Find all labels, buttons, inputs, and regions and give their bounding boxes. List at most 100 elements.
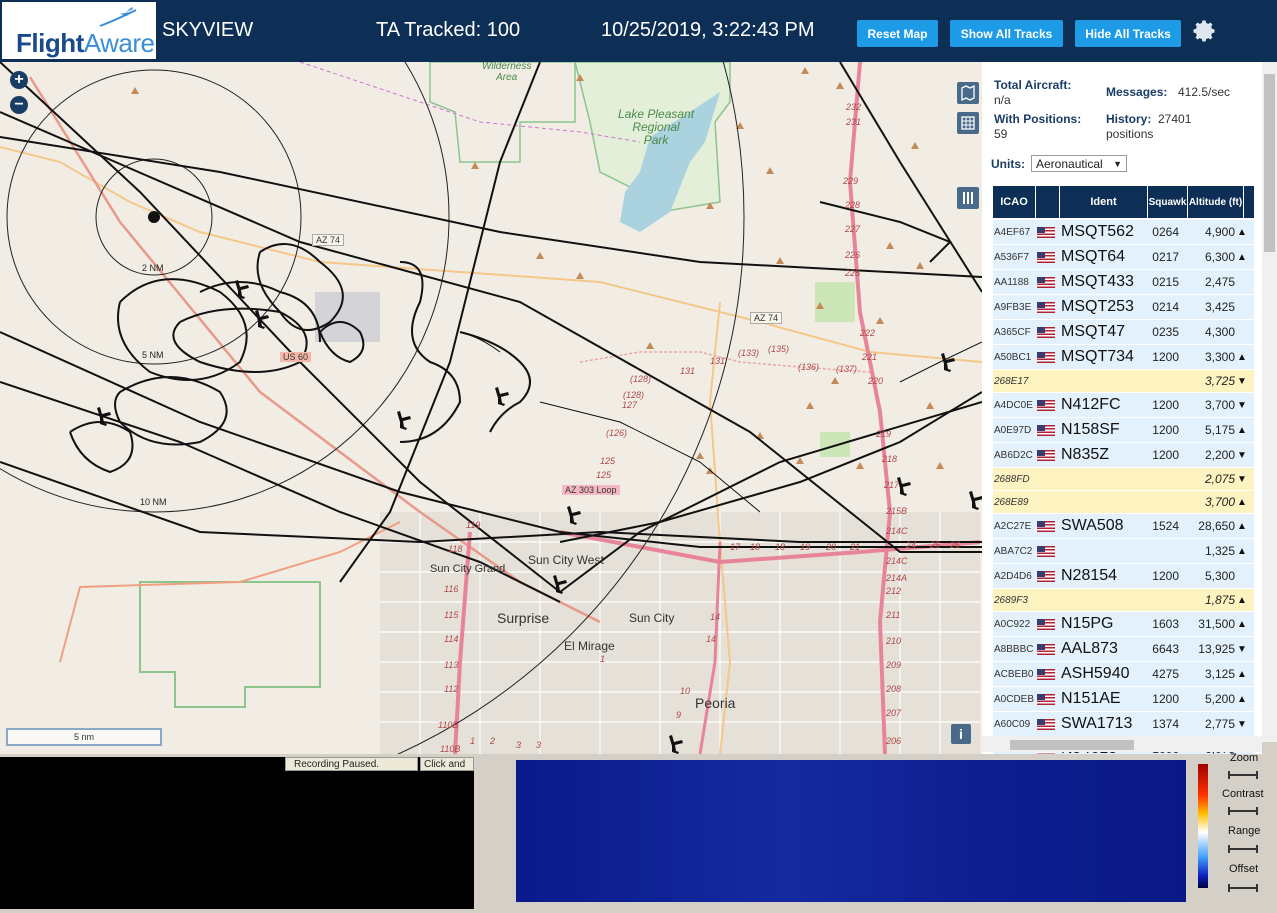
zoom-control-label: Zoom [1230, 752, 1259, 764]
us-flag-icon [1037, 545, 1055, 557]
green-patch-2 [820, 432, 850, 457]
flag-cell [1037, 643, 1061, 655]
hide-all-tracks-button[interactable]: Hide All Tracks [1075, 20, 1181, 47]
aircraft-row[interactable]: A2C27E SWA508 1524 28,650 ▲ [993, 514, 1254, 539]
svg-text:214C: 214C [885, 526, 908, 536]
datetime: 10/25/2019, 3:22:43 PM [601, 19, 815, 41]
grid-toggle-button[interactable] [957, 112, 979, 134]
offset-slider-icon[interactable] [1228, 884, 1258, 892]
label-ring-2nm: 2 NM [142, 263, 164, 273]
aircraft-row[interactable]: 2688FD 2,075 ▼ [993, 468, 1254, 491]
aircraft-row[interactable]: 268E89 3,700 ▲ [993, 491, 1254, 514]
flightaware-logo[interactable]: FlightAware [2, 2, 156, 59]
us-flag-icon [1037, 226, 1055, 238]
vertical-trend-icon: ▲ [1237, 594, 1247, 606]
altitude-cell: 4,300 [1204, 325, 1235, 339]
svg-text:229: 229 [842, 176, 858, 186]
zoom-out-button[interactable]: − [10, 96, 28, 114]
aircraft-row[interactable]: 2689F3 1,875 ▲ [993, 589, 1254, 612]
columns-toggle-button[interactable] [957, 187, 979, 209]
flag-cell [1037, 251, 1061, 263]
svg-text:9: 9 [676, 710, 681, 720]
with-positions-label: With Positions: [994, 112, 1082, 126]
svg-text:112: 112 [444, 684, 458, 694]
svg-text:3: 3 [536, 740, 541, 750]
col-squawk[interactable]: Squawk [1148, 186, 1188, 218]
aircraft-row[interactable]: 268E17 3,725 ▼ [993, 370, 1254, 393]
svg-text:207: 207 [885, 708, 902, 718]
svg-text:116: 116 [444, 584, 458, 594]
aircraft-row[interactable]: A0C922 N15PG 1603 31,500 ▲ [993, 612, 1254, 637]
svg-text:206: 206 [885, 736, 901, 746]
panel-horizontal-scroll-thumb[interactable] [1010, 740, 1134, 750]
offset-control-label: Offset [1229, 863, 1259, 875]
aircraft-row[interactable]: A536F7 MSQT64 0217 6,300 ▲ [993, 245, 1254, 270]
ident-cell: MSQT253 [1061, 298, 1134, 315]
label-el-mirage: El Mirage [564, 639, 615, 653]
vertical-trend-icon: ▲ [1237, 693, 1247, 705]
icao-cell: A365CF [994, 326, 1031, 338]
receiver-location [148, 211, 160, 223]
icao-cell: A0CDEB [994, 693, 1035, 705]
aircraft-row[interactable]: A50BC1 MSQT734 1200 3,300 ▲ [993, 345, 1254, 370]
units-select[interactable]: Aeronautical ▼ [1031, 155, 1127, 172]
range-slider-icon[interactable] [1228, 845, 1258, 853]
aircraft-row[interactable]: A0CDEB N151AE 1200 5,200 ▲ [993, 687, 1254, 712]
zoom-in-button[interactable]: + [10, 71, 28, 89]
col-ident[interactable]: Ident [1060, 186, 1148, 218]
aircraft-row[interactable]: AB6D2C N835Z 1200 2,200 ▼ [993, 443, 1254, 468]
intensity-colorbar [1198, 764, 1208, 888]
col-icao[interactable]: ICAO [993, 186, 1036, 218]
aircraft-row[interactable]: A9FB3E MSQT253 0214 3,425 [993, 295, 1254, 320]
contrast-slider-icon[interactable] [1228, 807, 1258, 815]
vertical-trend-icon: ▼ [1237, 449, 1247, 461]
logo-main: Flight [16, 28, 84, 58]
svg-text:131: 131 [710, 356, 725, 366]
svg-text:25: 25 [929, 540, 941, 550]
map-layers-button[interactable] [957, 82, 979, 104]
green-patch [815, 282, 855, 322]
label-peoria: Peoria [695, 695, 736, 711]
svg-text:18: 18 [775, 542, 785, 552]
panel-vertical-scroll-thumb[interactable] [1264, 74, 1275, 252]
col-altitude[interactable]: Altitude (ft) [1188, 186, 1244, 218]
svg-text:215B: 215B [885, 506, 907, 516]
aircraft-row[interactable]: A4DC0E N412FC 1200 3,700 ▼ [993, 393, 1254, 418]
show-all-tracks-button[interactable]: Show All Tracks [950, 20, 1063, 47]
aircraft-row[interactable]: A60C09 SWA1713 1374 2,775 ▼ [993, 712, 1254, 737]
aircraft-row[interactable]: ABA7C2 1,325 ▲ [993, 539, 1254, 564]
flag-cell [1037, 301, 1061, 313]
flag-cell [1037, 399, 1061, 411]
icao-cell: AB6D2C [994, 449, 1033, 461]
map-view[interactable]: 232 231 229 228 227 226 225 222 221 220 219 21… [0, 62, 982, 754]
label-sun-city: Sun City [629, 611, 675, 625]
reset-map-button[interactable]: Reset Map [857, 20, 938, 47]
flag-cell [1037, 351, 1061, 363]
waterfall-display[interactable] [516, 760, 1186, 902]
map-canvas[interactable]: 232231 229228 227226 225222 221220 21921… [0, 62, 982, 754]
vertical-trend-icon: ▼ [1237, 375, 1247, 387]
aircraft-row[interactable]: ACBEB0 ASH5940 4275 3,125 ▲ [993, 662, 1254, 687]
col-flag[interactable] [1036, 186, 1060, 218]
aircraft-row[interactable]: A8BBBC AAL873 6643 13,925 ▼ [993, 637, 1254, 662]
aircraft-row[interactable]: AA1188 MSQT433 0215 2,475 [993, 270, 1254, 295]
zoom-slider-icon[interactable] [1228, 771, 1258, 779]
us-flag-icon [1037, 618, 1055, 630]
aircraft-row[interactable]: A4EF67 MSQT562 0264 4,900 ▲ [993, 220, 1254, 245]
svg-text:10: 10 [680, 686, 690, 696]
altitude-cell: 6,300 [1204, 250, 1235, 264]
aircraft-row[interactable]: A0E97D N158SF 1200 5,175 ▲ [993, 418, 1254, 443]
gear-icon[interactable] [1190, 17, 1218, 45]
squawk-cell: 1200 [1152, 398, 1179, 412]
map-scale-bar: 5 nm [6, 728, 162, 746]
vertical-trend-icon: ▲ [1237, 351, 1247, 363]
icao-cell: ACBEB0 [994, 668, 1034, 680]
aircraft-row[interactable]: A2D4D6 N28154 1200 5,300 [993, 564, 1254, 589]
info-button[interactable]: i [951, 724, 971, 744]
altitude-cell: 5,175 [1204, 423, 1235, 437]
svg-text:14: 14 [710, 612, 720, 622]
aircraft-row[interactable]: A365CF MSQT47 0235 4,300 [993, 320, 1254, 345]
ident-cell: MSQT47 [1061, 323, 1126, 340]
label-az74-a: AZ 74 [312, 234, 345, 246]
us-flag-icon [1037, 643, 1055, 655]
